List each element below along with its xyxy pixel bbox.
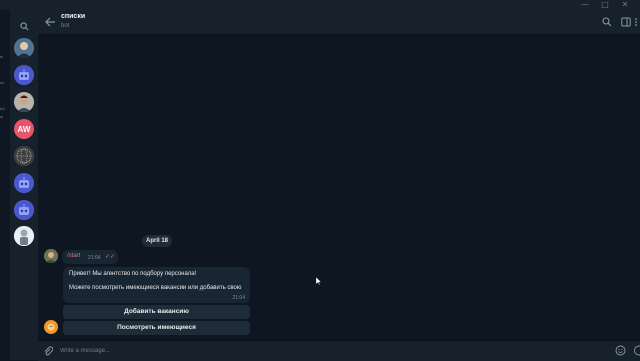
keyboard-button-view-existing[interactable]: Посмотреть имеющиеся [63, 321, 250, 335]
maximize-button[interactable]: □ [600, 1, 610, 9]
back-arrow-icon[interactable] [44, 16, 56, 28]
search-icon[interactable] [602, 17, 612, 27]
search-button[interactable] [15, 17, 33, 35]
message-composer [38, 340, 640, 361]
chat-list-sidebar: AW [10, 10, 38, 360]
chat-avatar-6[interactable] [14, 173, 34, 193]
robot-avatar-icon [14, 65, 34, 85]
chat-subtitle: bot [61, 23, 69, 29]
chat-avatar-2[interactable] [14, 65, 34, 85]
sidebar-toggle-icon[interactable] [621, 17, 631, 27]
chat-avatar-7[interactable] [14, 200, 34, 220]
bot-face-icon [46, 322, 56, 332]
chat-header: списки bot [38, 10, 640, 35]
folder-label-fragment[interactable]: on [0, 80, 4, 85]
person-photo-icon [14, 38, 34, 58]
robot-figure-avatar-icon [14, 226, 34, 246]
outgoing-message[interactable]: /start 21:04 ✓✓ [62, 250, 118, 264]
avatar-initials: AW [18, 125, 31, 134]
paperclip-icon[interactable] [43, 346, 53, 356]
world-map-avatar-icon [14, 146, 34, 166]
minimize-button[interactable]: — [580, 1, 590, 9]
message-area[interactable]: April 18 /start 21:04 ✓✓ Привет! Мы аген… [38, 35, 640, 340]
message-input[interactable] [60, 345, 580, 357]
chat-avatar-1[interactable] [14, 38, 34, 58]
folder-label-fragment[interactable]: ul [0, 114, 3, 119]
divider [627, 17, 628, 27]
double-check-icon: ✓✓ [105, 253, 115, 260]
emoji-icon[interactable] [615, 345, 626, 356]
folder-strip: ts on hd ul [0, 10, 10, 360]
chat-avatar-5[interactable] [14, 146, 34, 166]
bot-commands-icon[interactable] [633, 345, 640, 356]
date-separator: April 18 [142, 235, 172, 247]
incoming-message[interactable]: Привет! Мы агентство по подбору персонал… [63, 267, 250, 303]
close-button[interactable]: ✕ [620, 1, 630, 9]
person-photo-icon [44, 249, 58, 263]
chat-avatar-4[interactable]: AW [14, 119, 34, 139]
robot-avatar-icon [14, 173, 34, 193]
chat-avatar-3[interactable] [14, 92, 34, 112]
bot-avatar[interactable] [44, 320, 58, 334]
keyboard-button-add-vacancy[interactable]: Добавить вакансию [63, 305, 250, 319]
folder-label-fragment[interactable]: hd [0, 106, 4, 111]
mouse-cursor-icon [316, 277, 321, 285]
robot-avatar-icon [14, 200, 34, 220]
chat-title[interactable]: списки [61, 13, 85, 20]
more-icon[interactable] [631, 17, 640, 27]
message-time: 21:04 [88, 255, 101, 261]
person-photo-icon [14, 92, 34, 112]
message-text: /start [67, 253, 80, 259]
message-text-line: Можете посмотреть имеющиеся вакансии или… [69, 285, 241, 291]
search-icon [20, 22, 29, 31]
chat-avatar-8[interactable] [14, 226, 34, 246]
message-time: 21:04 [232, 295, 245, 301]
folder-label-fragment[interactable]: ts [0, 54, 3, 59]
message-text-line: Привет! Мы агентство по подбору персонал… [69, 271, 196, 277]
user-avatar[interactable] [44, 249, 58, 263]
